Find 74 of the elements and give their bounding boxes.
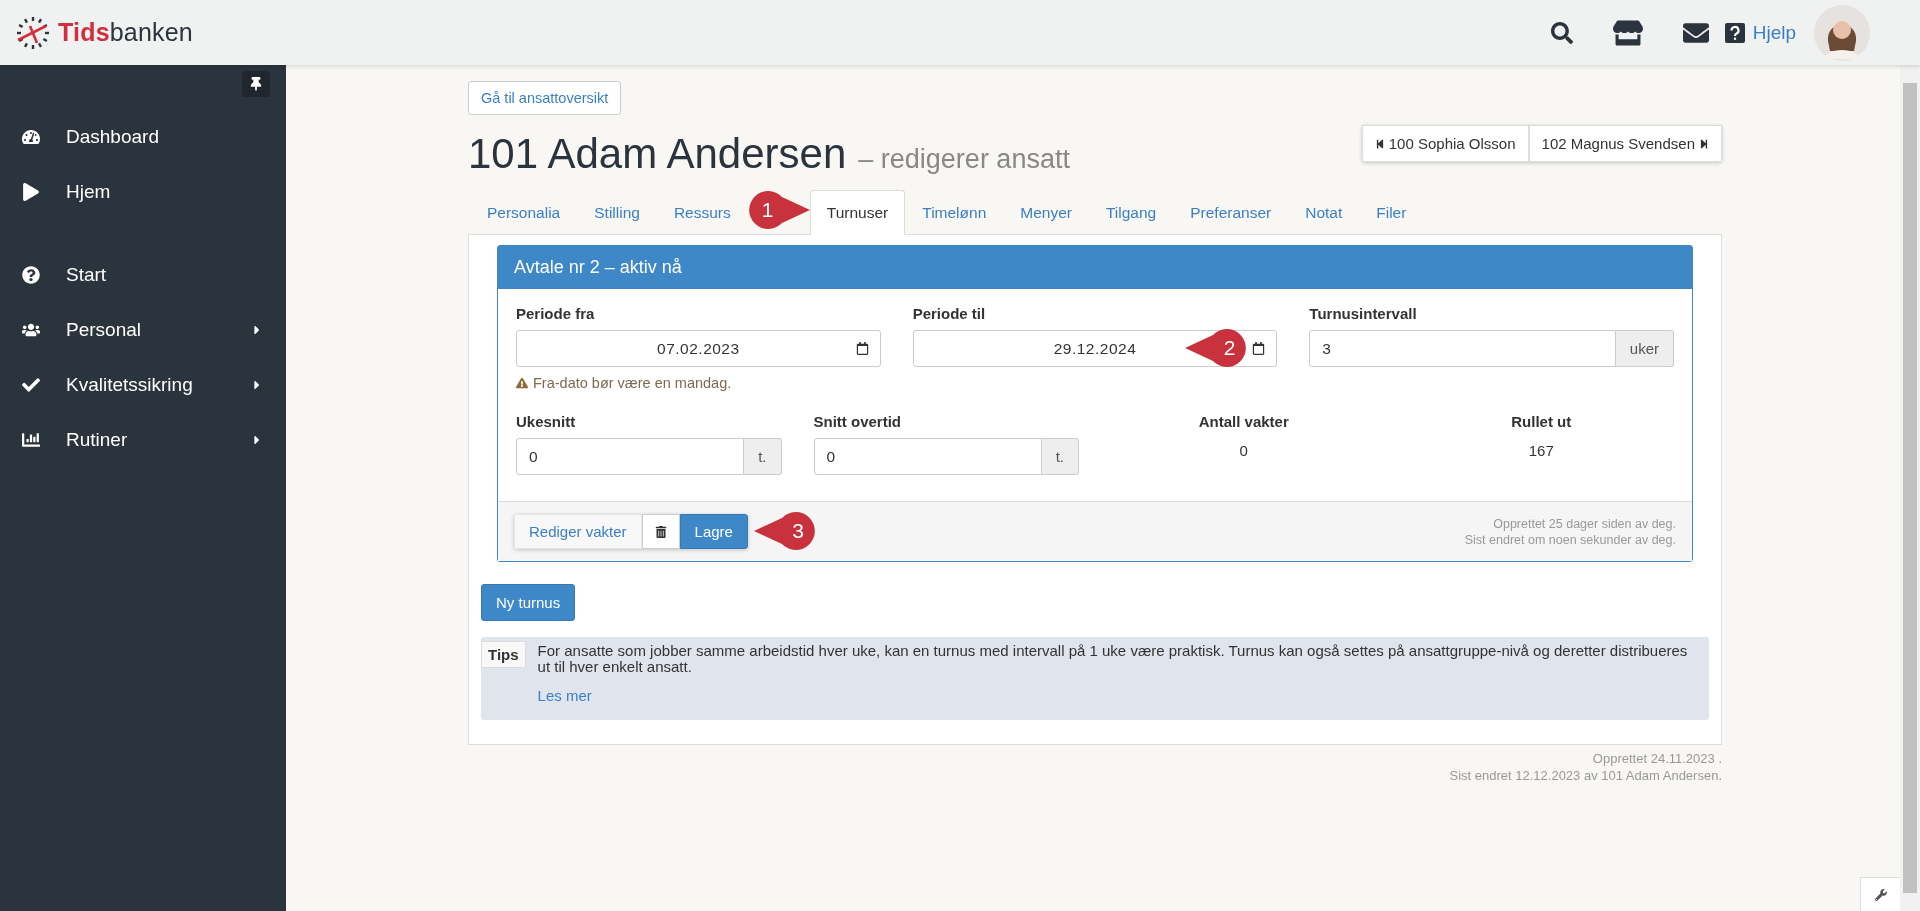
tab[interactable]: Timelønn — [905, 190, 1004, 235]
employee-title: 101 Adam Andersen — [468, 130, 847, 178]
next-employee-button[interactable]: 102 Magnus Svendsen — [1528, 125, 1722, 162]
tab[interactable]: Tilgang — [1088, 190, 1174, 235]
tab[interactable]: Turnuser — [809, 190, 906, 235]
stat-label: Antall vakter — [1198, 413, 1289, 430]
avatar[interactable] — [1814, 4, 1870, 61]
read-more-link[interactable]: Les mer — [537, 686, 1697, 704]
overview-button[interactable]: Gå til ansattoversikt — [468, 81, 622, 115]
modified-text: Sist endret om noen sekunder av deg. — [1464, 532, 1676, 547]
sidebar-item[interactable]: Hjem — [0, 164, 286, 219]
field-label: Periode fra — [516, 305, 596, 322]
bar-chart-icon — [22, 430, 40, 449]
calendar-icon — [855, 342, 869, 355]
search-icon — [1550, 21, 1573, 44]
trash-icon — [654, 525, 667, 538]
callout-marker: 3 — [753, 511, 816, 551]
stat-value: 167 — [1528, 442, 1554, 459]
date-field[interactable]: 07.02.2023 — [516, 330, 881, 367]
callout-marker: 1 — [747, 190, 810, 230]
sidebar-item[interactable]: Kvalitetssikring — [0, 357, 286, 412]
tab[interactable]: Preferanser — [1173, 190, 1289, 235]
tools-button[interactable] — [1860, 877, 1900, 911]
logo-icon — [16, 15, 50, 50]
skip-back-icon — [1374, 138, 1385, 149]
previous-employee-button[interactable]: 100 Sophia Olsson — [1361, 125, 1529, 162]
help-icon — [1724, 22, 1745, 43]
edit-shifts-button[interactable]: Rediger vakter — [514, 514, 642, 549]
dashboard-icon — [22, 127, 40, 146]
title-subtitle: – redigerer ansatt — [858, 144, 1070, 175]
stat-value: 0 — [1239, 442, 1248, 459]
tips-text: For ansatte som jobber samme arbeidstid hver uke, kan en turnus med intervall på 1 uke være praktisk. Turnus kan også settes på ansattgruppe-nivå og deretter distribueres ut til hver enkelt ansatt. — [537, 643, 1689, 675]
scrollbar[interactable] — [1900, 65, 1920, 911]
tab[interactable]: Filer — [1359, 190, 1424, 235]
calendar-icon — [1252, 342, 1266, 355]
callout-marker: 2 — [1185, 328, 1248, 368]
warning-text: Fra-dato bør være en mandag. — [516, 375, 881, 391]
created-text: Opprettet 25 dager siden av deg. — [1493, 516, 1676, 531]
wrench-icon — [1874, 888, 1887, 901]
pin-button[interactable] — [242, 71, 270, 97]
stat-label: Rullet ut — [1511, 413, 1572, 430]
field-label: Snitt overtid — [813, 413, 902, 430]
warning-icon — [516, 377, 528, 389]
week-average-field[interactable]: 0 — [516, 438, 745, 475]
tab[interactable]: Notat — [1288, 190, 1360, 235]
logo-text: Tidsbanken — [58, 18, 193, 47]
unit-addon: t. — [744, 438, 782, 475]
unit-addon: t. — [1041, 438, 1079, 475]
play-icon — [22, 182, 40, 201]
tab[interactable]: Ressurs — [656, 190, 748, 235]
modified-text: Sist endret 12.12.2023 av 101 Adam Andersen. — [1449, 767, 1722, 783]
unit-addon: uker — [1615, 330, 1674, 367]
sidebar-item[interactable]: Start — [0, 247, 286, 302]
overtime-field[interactable]: 0 — [813, 438, 1042, 475]
skip-forward-icon — [1699, 138, 1709, 149]
sidebar-item[interactable]: Personal — [0, 302, 286, 357]
tab[interactable]: Personalia — [470, 190, 578, 235]
tab[interactable]: Menyer — [1003, 190, 1089, 235]
pin-icon — [249, 77, 263, 91]
tips-badge: Tips — [481, 641, 526, 668]
card-title: Avtale nr 2 – aktiv nå — [498, 246, 1692, 289]
new-rotation-button[interactable]: Ny turnus — [481, 584, 576, 621]
sidebar-item[interactable]: Dashboard — [0, 109, 286, 164]
field-label: Periode til — [912, 305, 987, 322]
interval-field[interactable]: 3 — [1309, 330, 1616, 367]
check-icon — [22, 375, 40, 394]
field-label: Ukesnitt — [516, 413, 577, 430]
created-text: Opprettet 24.11.2023 . — [1592, 750, 1722, 766]
sidebar-item[interactable]: Rutiner — [0, 412, 286, 467]
save-button[interactable]: Lagre — [679, 514, 748, 549]
tab[interactable]: Stilling — [577, 190, 657, 235]
field-label: Turnusintervall — [1309, 305, 1418, 322]
delete-button[interactable] — [641, 514, 680, 549]
help-link[interactable]: Hjelp — [1752, 21, 1796, 44]
